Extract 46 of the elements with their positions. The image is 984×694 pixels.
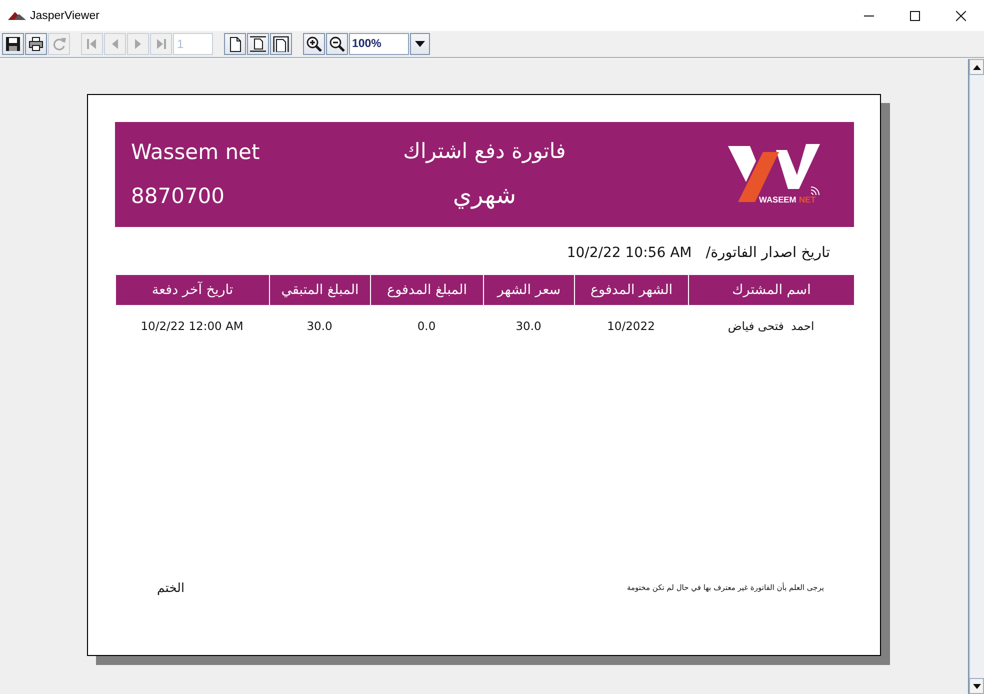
page-icon	[227, 36, 243, 52]
page-in-frame-icon	[273, 36, 289, 52]
zoom-in-button[interactable]	[303, 33, 325, 55]
scroll-up-button[interactable]	[969, 59, 984, 75]
page-between-lines-icon	[250, 36, 266, 52]
triangle-down-icon	[972, 684, 980, 688]
report-subtitle: شهري	[452, 180, 516, 211]
save-button[interactable]	[2, 33, 24, 55]
stamp-label: الختم	[157, 580, 184, 595]
triangle-up-icon	[972, 64, 980, 70]
zoom-field[interactable]: 100%	[349, 33, 409, 55]
phone-number: 8870700	[131, 183, 225, 210]
print-button[interactable]	[25, 33, 47, 55]
table-cell: 30.0	[516, 319, 542, 333]
issue-date-value: 10/2/22 10:56 AM	[566, 245, 692, 261]
window-title: JasperViewer	[30, 10, 100, 22]
column-header: سعر الشهر	[483, 275, 574, 305]
app-icon	[8, 11, 26, 20]
table-cell: 30.0	[306, 319, 332, 333]
caret-icon	[415, 41, 425, 47]
fit-width-button[interactable]	[270, 33, 292, 55]
vertical-scrollbar[interactable]	[968, 59, 984, 694]
circular-arrow-icon	[51, 36, 67, 52]
fit-page-button[interactable]	[247, 33, 269, 55]
printer-icon	[28, 36, 44, 52]
table-cell: 10/2/22 12:00 AM	[140, 319, 244, 333]
zoom-in-icon	[306, 36, 322, 52]
zoom-out-button[interactable]	[326, 33, 348, 55]
logo: WASEEM NET	[726, 142, 822, 204]
close-icon	[956, 10, 966, 20]
actual-size-button[interactable]	[224, 33, 246, 55]
column-header: تاريخ آخر دفعة	[115, 275, 269, 305]
report-title: فاتورة دفع اشتراك	[403, 138, 566, 165]
column-header: المبلغ المدفوع	[370, 275, 483, 305]
maximize-icon	[910, 10, 920, 20]
issue-date-label: تاريخ اصدار الفاتورة/	[706, 245, 830, 261]
column-header: المبلغ المتبقي	[269, 275, 370, 305]
table-cell: 10/2022	[607, 319, 655, 333]
dropdown-button[interactable]	[410, 33, 430, 55]
table-cell: احمد فتحى فياض	[728, 319, 814, 333]
zoom-out-icon	[329, 36, 345, 52]
scroll-down-button[interactable]	[969, 678, 984, 694]
column-header: الشهر المدفوع	[574, 275, 688, 305]
column-header: اسم المشترك	[688, 275, 854, 305]
table-cell: 0.0	[417, 319, 436, 333]
company-name: Wassem net	[131, 139, 260, 166]
